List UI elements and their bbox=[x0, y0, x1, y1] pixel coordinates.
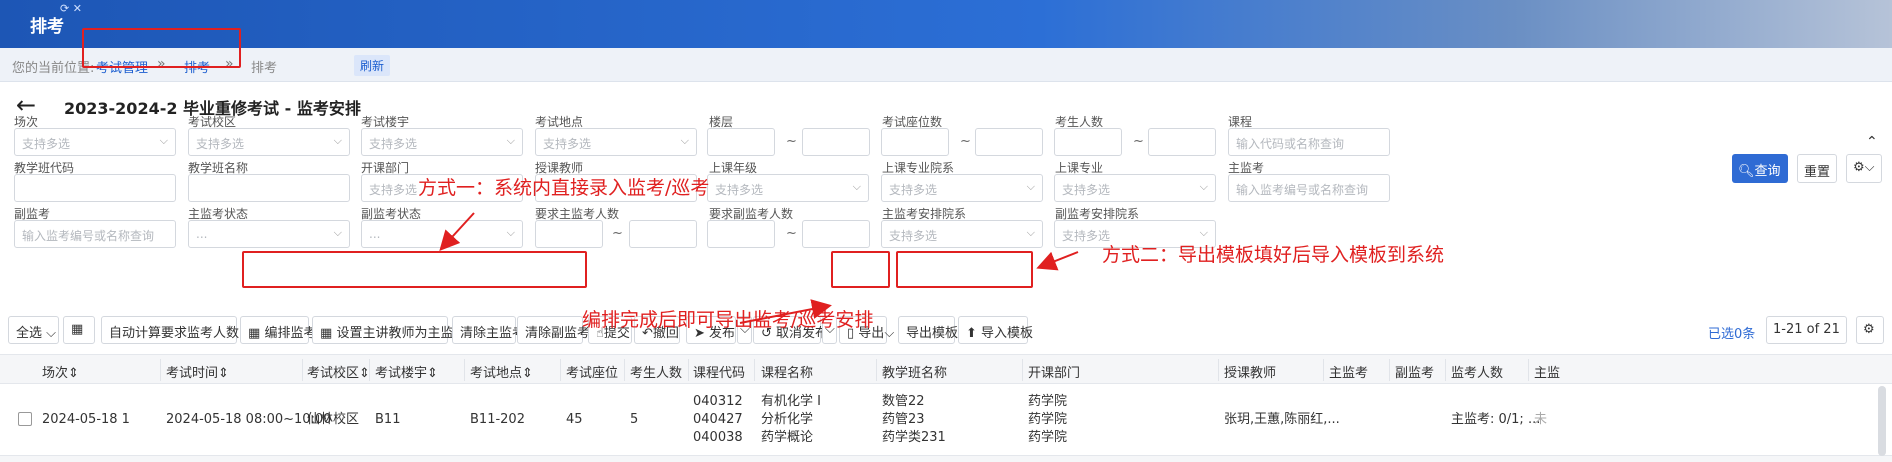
annotation-arrows bbox=[439, 212, 1079, 324]
arrow-export-note bbox=[739, 299, 832, 324]
arrow-method-one bbox=[439, 212, 475, 251]
arrow-method-two bbox=[1036, 251, 1079, 271]
